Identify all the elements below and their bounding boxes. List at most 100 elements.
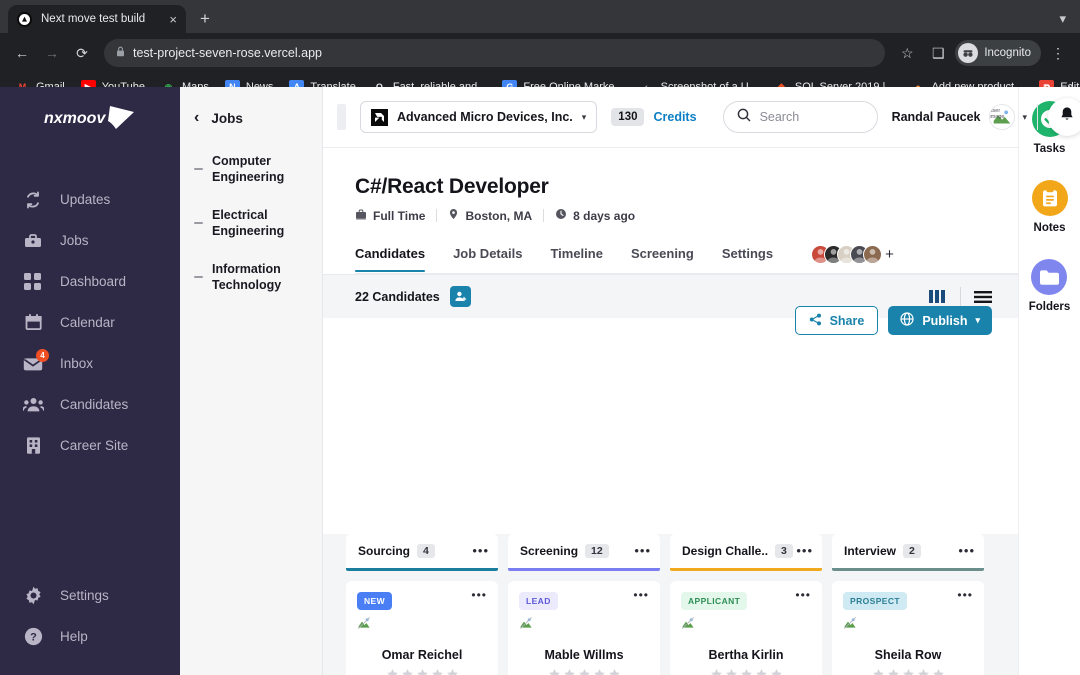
- sidebar-item-updates[interactable]: Updates: [0, 179, 180, 220]
- job-category-item[interactable]: Computer Engineering: [180, 153, 322, 185]
- avatar[interactable]: user image: [988, 104, 1015, 130]
- share-button[interactable]: Share: [794, 306, 879, 335]
- kanban-view-button[interactable]: [929, 289, 947, 304]
- sidebar-item-dashboard[interactable]: Dashboard: [0, 261, 180, 302]
- star-icon[interactable]: [563, 668, 576, 675]
- star-icon[interactable]: [770, 668, 783, 675]
- column-title: Sourcing: [358, 544, 411, 558]
- browser-tab[interactable]: Next move test build ×: [8, 5, 186, 33]
- rating-stars[interactable]: [872, 668, 945, 675]
- app-logo[interactable]: nxmoov: [0, 87, 180, 149]
- reload-button[interactable]: ⟳: [68, 39, 96, 67]
- card-menu-icon[interactable]: •••: [633, 589, 649, 601]
- sidebar-item-label: Updates: [60, 192, 111, 207]
- star-icon[interactable]: [386, 668, 399, 675]
- subpanel-back-button[interactable]: ‹ Jobs: [180, 109, 322, 127]
- globe-icon: [900, 312, 914, 329]
- column-header[interactable]: Screening 12 •••: [508, 534, 660, 568]
- publish-button[interactable]: Publish ▾: [888, 306, 992, 335]
- new-tab-button[interactable]: +: [192, 6, 218, 32]
- sidebar-item-calendar[interactable]: Calendar: [0, 302, 180, 343]
- back-button[interactable]: ←: [8, 39, 36, 67]
- column-header[interactable]: Sourcing 4 •••: [346, 534, 498, 568]
- star-icon[interactable]: [872, 668, 885, 675]
- side-panel-icon[interactable]: ❑: [924, 39, 952, 67]
- collapse-dash-icon: [194, 168, 203, 170]
- add-collaborator-button[interactable]: +: [885, 246, 894, 263]
- column-header[interactable]: Design Challe.. 3 •••: [670, 534, 822, 568]
- sidebar-item-help[interactable]: ? Help: [0, 616, 180, 657]
- search-input[interactable]: Search: [722, 101, 878, 133]
- card-menu-icon[interactable]: •••: [957, 589, 973, 601]
- meta-divider: [436, 209, 438, 222]
- star-icon[interactable]: [608, 668, 621, 675]
- candidate-card[interactable]: LEAD•••Mable WillmsPhone screen?▾: [508, 581, 660, 675]
- star-icon[interactable]: [431, 668, 444, 675]
- star-icon[interactable]: [932, 668, 945, 675]
- tab-settings[interactable]: Settings: [722, 246, 773, 272]
- star-icon[interactable]: [725, 668, 738, 675]
- sidebar-item-settings[interactable]: Settings: [0, 575, 180, 616]
- collapse-dash-icon: [194, 222, 203, 224]
- rating-stars[interactable]: [710, 668, 783, 675]
- user-menu[interactable]: Randal Paucek user image ▾: [892, 104, 1027, 130]
- incognito-indicator[interactable]: Incognito: [955, 40, 1041, 66]
- avatar[interactable]: [863, 245, 883, 264]
- rating-stars[interactable]: [548, 668, 621, 675]
- candidate-name: Sheila Row: [874, 648, 942, 662]
- add-candidate-button[interactable]: [449, 286, 471, 307]
- star-icon[interactable]: [740, 668, 753, 675]
- rail-item-folders[interactable]: Folders: [1029, 259, 1070, 313]
- tab-close-icon[interactable]: ×: [169, 13, 177, 26]
- kanban-column: Interview2•••PROSPECT•••Sheila RowPhone …: [832, 534, 984, 675]
- company-name: Advanced Micro Devices, Inc.: [397, 110, 573, 124]
- star-icon[interactable]: [548, 668, 561, 675]
- address-bar[interactable]: test-project-seven-rose.vercel.app: [104, 39, 886, 67]
- tab-timeline[interactable]: Timeline: [550, 246, 603, 272]
- rail-item-label: Notes: [1033, 222, 1066, 234]
- column-header[interactable]: Interview 2 •••: [832, 534, 984, 568]
- broken-image-icon: [357, 616, 371, 630]
- star-icon[interactable]: [401, 668, 414, 675]
- rail-item-notes[interactable]: Notes: [1031, 180, 1068, 234]
- job-category-item[interactable]: Information Technology: [180, 261, 322, 293]
- calendar-icon: [22, 312, 44, 334]
- card-menu-icon[interactable]: •••: [795, 589, 811, 601]
- star-icon[interactable]: [446, 668, 459, 675]
- forward-button[interactable]: →: [38, 39, 66, 67]
- candidate-card[interactable]: NEW•••Omar ReichelView Candidate: [346, 581, 498, 675]
- rating-stars[interactable]: [386, 668, 459, 675]
- candidate-name: Bertha Kirlin: [708, 648, 784, 662]
- sidebar-toggle-grip[interactable]: [337, 104, 346, 130]
- browser-menu-icon[interactable]: ⋮: [1044, 39, 1072, 67]
- kanban-column: Screening12••• LEAD•••Mable WillmsPhone s…: [508, 534, 660, 675]
- star-icon[interactable]: [917, 668, 930, 675]
- bookmark-star-icon[interactable]: ☆: [893, 39, 921, 67]
- credits-indicator[interactable]: 130 Credits: [611, 108, 697, 126]
- candidate-card[interactable]: APPLICANT ••• Bertha Kirlin: [670, 581, 822, 675]
- tab-candidates[interactable]: Candidates: [355, 246, 426, 272]
- credits-label[interactable]: Credits: [653, 110, 696, 124]
- star-icon[interactable]: [902, 668, 915, 675]
- tab-screening[interactable]: Screening: [631, 246, 694, 272]
- job-category-item[interactable]: Electrical Engineering: [180, 207, 322, 239]
- star-icon[interactable]: [578, 668, 591, 675]
- star-icon[interactable]: [887, 668, 900, 675]
- sidebar-item-candidates[interactable]: Candidates: [0, 384, 180, 425]
- column-count: 12: [585, 544, 609, 558]
- notifications-button[interactable]: [1048, 98, 1080, 136]
- card-menu-icon[interactable]: •••: [471, 589, 487, 601]
- list-view-button[interactable]: [974, 290, 992, 304]
- sidebar-item-career-site[interactable]: Career Site: [0, 425, 180, 466]
- search-icon: [737, 108, 751, 127]
- star-icon[interactable]: [416, 668, 429, 675]
- tabstrip-overflow-icon[interactable]: ▾: [1053, 9, 1072, 29]
- star-icon[interactable]: [593, 668, 606, 675]
- tab-job-details[interactable]: Job Details: [453, 246, 522, 272]
- star-icon[interactable]: [710, 668, 723, 675]
- company-selector[interactable]: Advanced Micro Devices, Inc. ▾: [360, 101, 598, 133]
- sidebar-item-inbox[interactable]: 4 Inbox: [0, 343, 180, 384]
- sidebar-item-jobs[interactable]: Jobs: [0, 220, 180, 261]
- star-icon[interactable]: [755, 668, 768, 675]
- candidate-card[interactable]: PROSPECT•••Sheila RowPhone screen: [832, 581, 984, 675]
